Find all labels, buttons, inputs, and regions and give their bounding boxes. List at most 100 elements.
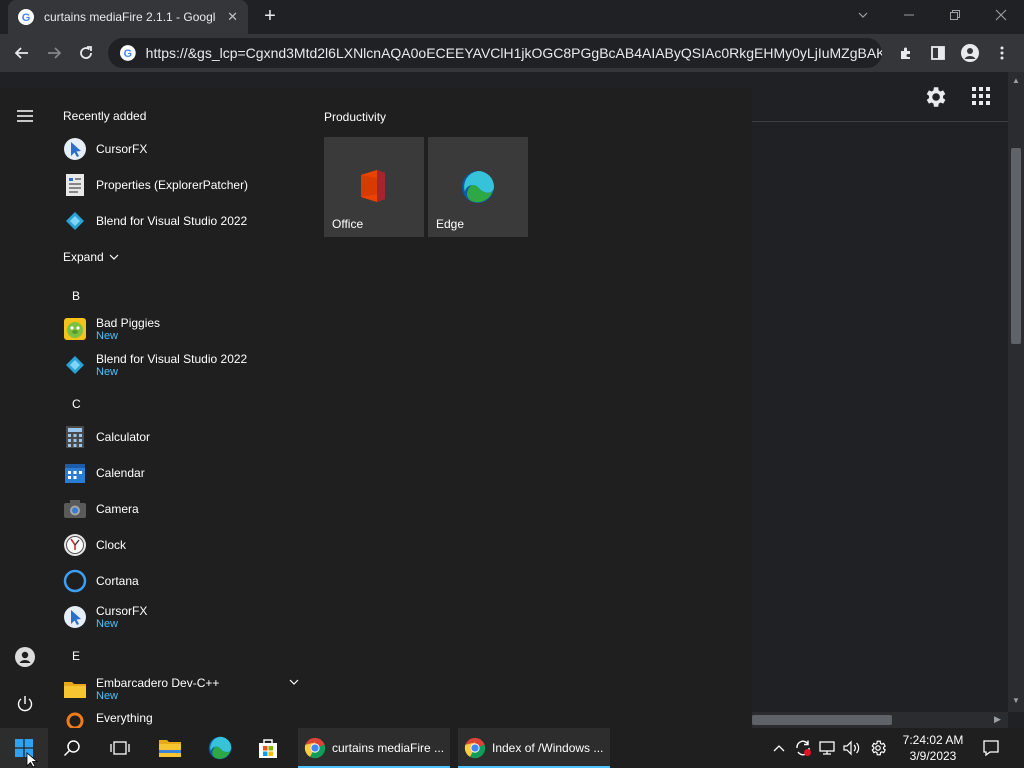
volume-icon[interactable] [840, 728, 862, 768]
address-bar[interactable]: G https://&gs_lcp=Cgxnd3Mtd2l6LXNlcnAQA0… [108, 38, 882, 68]
scroll-right-icon[interactable]: ▶ [994, 714, 1001, 725]
side-panel-icon[interactable] [924, 39, 952, 67]
new-tab-button[interactable]: + [258, 5, 282, 29]
app-item-blend[interactable]: Blend for Visual Studio 2022 New [60, 347, 308, 383]
calendar-icon [62, 460, 88, 486]
scroll-down-icon[interactable]: ▼ [1012, 696, 1020, 705]
task-view-button[interactable] [96, 728, 144, 768]
app-item-everything[interactable]: Everything [60, 705, 308, 728]
app-item-camera[interactable]: Camera [60, 491, 308, 527]
app-name: Blend for Visual Studio 2022 [96, 352, 248, 366]
start-button[interactable] [0, 728, 48, 768]
taskbar-app-name: curtains mediaFire ... [332, 741, 445, 755]
taskbar-app-chrome-curtains[interactable]: curtains mediaFire ... [298, 728, 450, 768]
recently-added-heading: Recently added [63, 109, 147, 123]
clock-date: 3/9/2023 [909, 749, 957, 763]
profile-icon[interactable] [956, 39, 984, 67]
app-name: Everything [96, 711, 153, 725]
tile-label: Office [332, 217, 364, 231]
cursorfx-icon [62, 604, 88, 630]
tile-edge[interactable]: Edge [428, 137, 528, 237]
letter-header-b[interactable]: B [72, 289, 80, 303]
app-name: Cortana [96, 574, 139, 588]
apps-grid-icon[interactable] [970, 85, 992, 107]
app-name: Properties (ExplorerPatcher) [96, 178, 249, 192]
mouse-cursor-icon [26, 752, 39, 768]
new-badge: New [96, 366, 119, 378]
app-name: Calculator [96, 430, 151, 444]
app-name: CursorFX [96, 142, 148, 156]
cortana-icon [62, 568, 88, 594]
app-item-cursorfx-recent[interactable]: CursorFX [60, 131, 308, 167]
folder-expand-chevron-icon[interactable] [288, 674, 300, 685]
reload-icon[interactable] [72, 39, 100, 67]
app-item-calculator[interactable]: Calculator [60, 419, 308, 455]
tab-close-icon[interactable]: ✕ [227, 9, 238, 25]
blend-icon [62, 208, 88, 234]
app-item-blend-recent[interactable]: Blend for Visual Studio 2022 [60, 203, 308, 239]
bad-piggies-icon [62, 316, 88, 342]
letter-header-c[interactable]: C [72, 397, 81, 411]
start-menu: Recently added CursorFX Properties (Expl… [0, 88, 752, 728]
vertical-scrollbar[interactable]: ▲ ▼ [1008, 72, 1024, 712]
expand-button[interactable]: Expand [63, 250, 119, 264]
search-button[interactable] [48, 728, 96, 768]
taskbar-file-explorer[interactable] [146, 728, 194, 768]
back-icon[interactable] [8, 39, 36, 67]
tab-search-icon[interactable] [840, 0, 886, 30]
url-text[interactable]: https://&gs_lcp=Cgxnd3Mtd2l6LXNlcnAQA0oE… [146, 45, 882, 61]
horizontal-scrollbar[interactable]: ▶ [752, 712, 1008, 728]
app-name: Blend for Visual Studio 2022 [96, 214, 248, 228]
camera-icon [62, 496, 88, 522]
file-explorer-icon [159, 740, 181, 757]
app-item-bad-piggies[interactable]: Bad Piggies New [60, 311, 308, 347]
taskbar-store[interactable] [244, 728, 292, 768]
page-body [750, 123, 1008, 718]
sync-icon[interactable] [792, 728, 814, 768]
app-item-embarcadero[interactable]: Embarcadero Dev-C++ New [60, 671, 308, 707]
hamburger-menu-icon[interactable] [16, 108, 34, 124]
network-icon[interactable] [816, 728, 838, 768]
app-item-cortana[interactable]: Cortana [60, 563, 308, 599]
browser-tab-strip: G curtains mediaFire 2.1.1 - Google ✕ + [0, 0, 1024, 34]
app-item-clock[interactable]: Clock [60, 527, 308, 563]
search-icon [63, 740, 80, 757]
notifications-icon[interactable] [978, 728, 1004, 768]
scroll-up-icon[interactable]: ▲ [1012, 76, 1020, 85]
app-name: Clock [96, 538, 127, 552]
google-icon: G [18, 9, 34, 25]
restore-button[interactable] [932, 0, 978, 30]
blend-icon [62, 352, 88, 378]
menu-dots-icon[interactable] [988, 39, 1016, 67]
edge-icon [208, 736, 232, 760]
browser-tab[interactable]: G curtains mediaFire 2.1.1 - Google ✕ [8, 0, 248, 34]
browser-toolbar: G https://&gs_lcp=Cgxnd3Mtd2l6LXNlcnAQA0… [0, 34, 1024, 72]
edge-icon [462, 171, 494, 203]
app-item-properties[interactable]: Properties (ExplorerPatcher) [60, 167, 308, 203]
app-name: Bad Piggies [96, 316, 161, 330]
clock-time: 7:24:02 AM [902, 733, 964, 747]
app-name: Camera [96, 502, 139, 516]
chrome-icon [464, 737, 486, 759]
close-window-button[interactable] [978, 0, 1024, 30]
power-icon[interactable] [15, 694, 35, 714]
show-hidden-icons-chevron-icon[interactable] [768, 728, 790, 768]
office-icon [361, 170, 385, 202]
taskbar-edge[interactable] [196, 728, 244, 768]
new-badge: New [96, 330, 119, 342]
letter-header-e[interactable]: E [72, 649, 80, 663]
taskbar-clock[interactable]: 7:24:02 AM 3/9/2023 [896, 732, 970, 764]
tile-office[interactable]: Office [324, 137, 424, 237]
app-item-calendar[interactable]: Calendar [60, 455, 308, 491]
taskbar-app-chrome-index[interactable]: Index of /Windows ... [458, 728, 610, 768]
user-account-icon[interactable] [14, 646, 36, 668]
extensions-icon[interactable] [892, 39, 920, 67]
minimize-button[interactable] [886, 0, 932, 30]
settings-gear-icon[interactable] [922, 84, 948, 110]
horizontal-scroll-thumb[interactable] [752, 715, 892, 725]
settings-tray-icon[interactable] [866, 728, 890, 768]
app-item-cursorfx[interactable]: CursorFX New [60, 599, 308, 635]
new-badge: New [96, 618, 119, 630]
vertical-scroll-thumb[interactable] [1011, 148, 1021, 344]
forward-icon[interactable] [40, 39, 68, 67]
